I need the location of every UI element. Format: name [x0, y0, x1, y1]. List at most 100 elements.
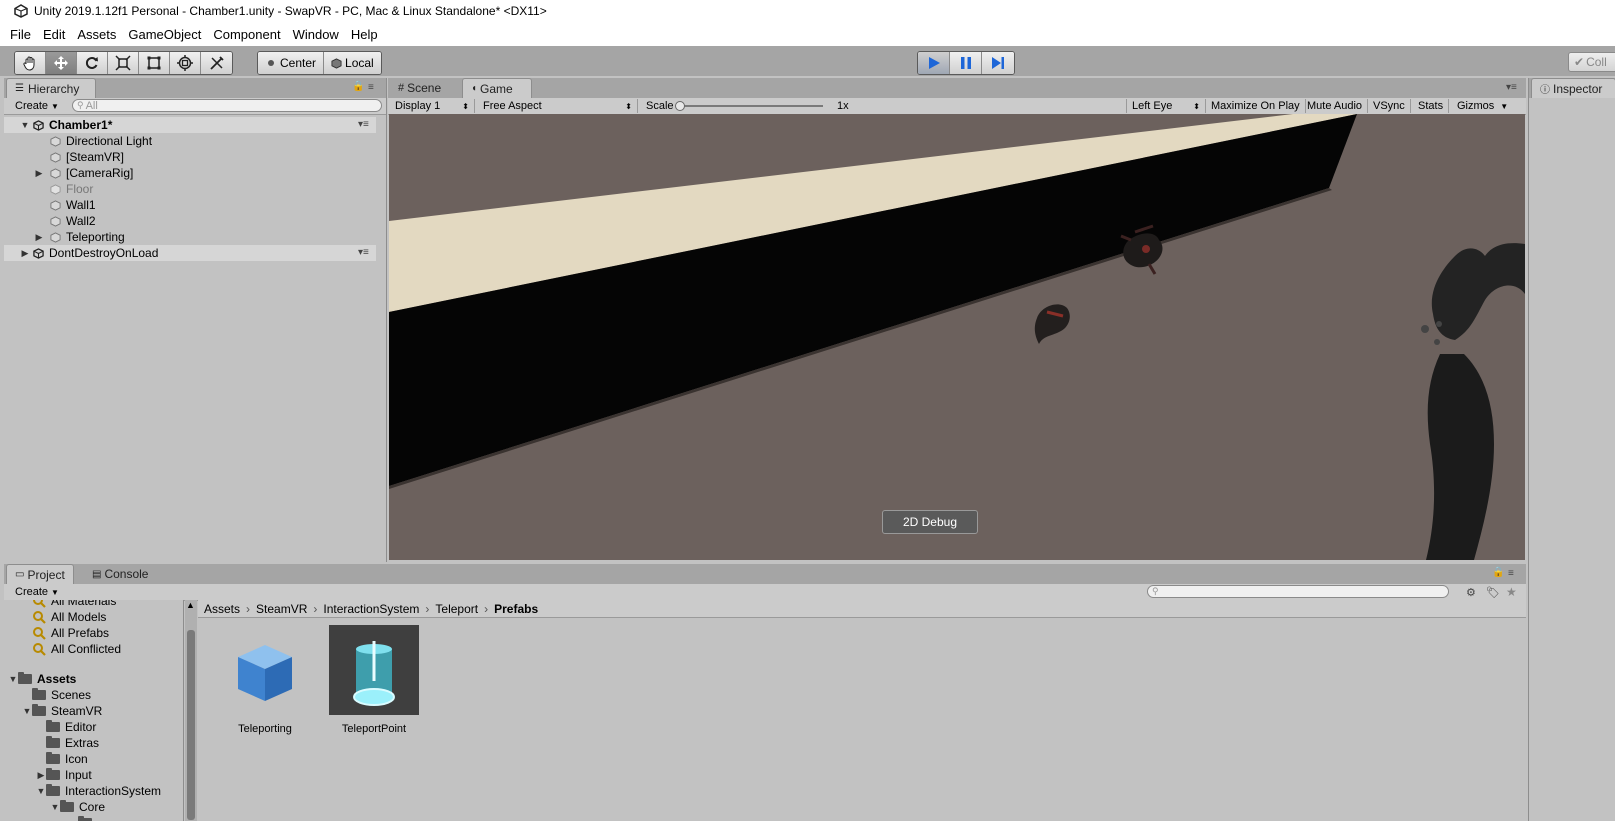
breadcrumb-current[interactable]: Prefabs: [494, 602, 538, 616]
hierarchy-item[interactable]: Wall1: [4, 197, 376, 213]
game-viewport[interactable]: [389, 114, 1525, 560]
play-icon: [928, 57, 940, 69]
pivot-space-button[interactable]: Local: [324, 52, 381, 74]
asset-item[interactable]: TeleportPoint: [326, 625, 422, 741]
tab-scene[interactable]: # Scene: [390, 78, 449, 98]
scene-menu-icon[interactable]: ▾≡: [358, 247, 369, 258]
hierarchy-item[interactable]: Floor: [4, 181, 376, 197]
step-button[interactable]: [982, 52, 1014, 74]
folder-item[interactable]: ▼ InteractionSystem: [36, 783, 161, 799]
pause-button[interactable]: [950, 52, 982, 74]
tab-hierarchy[interactable]: ☰ Hierarchy: [6, 78, 96, 98]
expand-arrow-icon[interactable]: ▼: [36, 786, 46, 796]
panel-menu-icon[interactable]: ▾≡: [1506, 82, 1517, 93]
maximize-on-play-toggle[interactable]: Maximize On Play: [1206, 99, 1306, 113]
folder-label: InteractionSystem: [65, 784, 162, 798]
menu-component[interactable]: Component: [207, 27, 286, 42]
scale-tool-button[interactable]: [108, 52, 139, 74]
panel-menu-icon[interactable]: ≡: [368, 82, 374, 93]
display-dropdown[interactable]: Display 1 ⬍: [390, 99, 475, 113]
expand-arrow-icon[interactable]: ▶: [34, 168, 44, 179]
hierarchy-create-dropdown[interactable]: Create ▼: [10, 99, 64, 113]
eye-dropdown[interactable]: Left Eye ⬍: [1126, 99, 1206, 113]
scale-slider-thumb[interactable]: [675, 101, 685, 111]
display-label: Display 1: [395, 100, 441, 112]
favorite-item[interactable]: All Models: [32, 609, 106, 625]
scene-menu-icon[interactable]: ▾≡: [358, 119, 369, 130]
tab-console[interactable]: ▤ Console: [84, 564, 156, 584]
breadcrumb-item[interactable]: Teleport: [435, 602, 478, 616]
project-search-input[interactable]: ⚲: [1147, 585, 1449, 598]
hierarchy-item[interactable]: ▶ [CameraRig]: [4, 165, 376, 181]
breadcrumb-item[interactable]: Assets: [204, 602, 240, 616]
menu-gameobject[interactable]: GameObject: [122, 27, 207, 42]
panel-menu-icon[interactable]: ≡: [1508, 568, 1514, 579]
tab-project[interactable]: ▭ Project: [6, 564, 74, 584]
folder-item[interactable]: Scenes: [32, 687, 91, 703]
aspect-dropdown[interactable]: Free Aspect ⬍: [478, 99, 638, 113]
scene-row[interactable]: ▼ Chamber1* ▾≡: [4, 117, 376, 133]
collab-button[interactable]: ✔ Coll: [1568, 52, 1615, 72]
gizmos-dropdown[interactable]: Gizmos ▼: [1452, 99, 1513, 113]
menu-help[interactable]: Help: [345, 27, 384, 42]
folder-item[interactable]: ▼ Assets: [8, 671, 76, 687]
tab-inspector[interactable]: ⓘ Inspector: [1531, 78, 1615, 98]
lock-icon[interactable]: 🔒: [1492, 567, 1504, 578]
vsync-toggle[interactable]: VSync: [1368, 99, 1411, 113]
asset-item[interactable]: Teleporting: [220, 625, 310, 741]
folder-item[interactable]: [78, 815, 97, 821]
2d-debug-button[interactable]: 2D Debug: [882, 510, 978, 534]
hierarchy-item[interactable]: Directional Light: [4, 133, 376, 149]
gameobject-cube-icon: [50, 215, 61, 227]
menu-window[interactable]: Window: [287, 27, 345, 42]
breadcrumb-item[interactable]: SteamVR: [256, 602, 307, 616]
star-icon[interactable]: ★: [1506, 585, 1517, 599]
expand-arrow-icon[interactable]: ▼: [20, 120, 30, 130]
mute-audio-toggle[interactable]: Mute Audio: [1302, 99, 1369, 113]
folder-item[interactable]: ▼ Core: [50, 799, 105, 815]
play-button[interactable]: [918, 52, 950, 74]
scale-slider[interactable]: [675, 101, 823, 111]
dontdestroy-row[interactable]: ▶ DontDestroyOnLoad ▾≡: [4, 245, 376, 261]
expand-arrow-icon[interactable]: ▶: [34, 232, 44, 243]
breadcrumb-item[interactable]: InteractionSystem: [323, 602, 419, 616]
expand-arrow-icon[interactable]: ▶: [36, 770, 46, 781]
filter-type-icon[interactable]: ⚙: [1466, 586, 1476, 599]
expand-arrow-icon[interactable]: ▼: [8, 674, 18, 684]
scene-name: Chamber1*: [49, 118, 113, 132]
folder-tree-scrollbar[interactable]: ▲: [185, 600, 197, 821]
favorite-item[interactable]: All Conflicted: [32, 641, 121, 657]
folder-icon: [46, 736, 60, 748]
transform-tool-button[interactable]: [170, 52, 201, 74]
expand-arrow-icon[interactable]: ▼: [50, 802, 60, 812]
rect-tool-button[interactable]: [139, 52, 170, 74]
hierarchy-search-input[interactable]: ⚲ All: [72, 99, 382, 112]
rotate-tool-button[interactable]: [77, 52, 108, 74]
expand-arrow-icon[interactable]: ▶: [20, 248, 30, 259]
move-tool-button[interactable]: [46, 52, 77, 74]
pivot-mode-button[interactable]: Center: [258, 52, 325, 74]
folder-item[interactable]: ▶ Input: [36, 767, 92, 783]
scrollbar-thumb[interactable]: [187, 630, 195, 820]
favorite-item[interactable]: All Materials: [32, 600, 116, 609]
folder-item[interactable]: Editor: [46, 719, 96, 735]
folder-item[interactable]: Extras: [46, 735, 99, 751]
hierarchy-item[interactable]: Wall2: [4, 213, 376, 229]
expand-arrow-icon[interactable]: ▼: [22, 706, 32, 716]
lock-icon[interactable]: 🔒: [352, 81, 364, 92]
favorite-item[interactable]: All Prefabs: [32, 625, 109, 641]
project-create-dropdown[interactable]: Create ▼: [10, 585, 64, 599]
hierarchy-item[interactable]: ▶ Teleporting: [4, 229, 376, 245]
menu-edit[interactable]: Edit: [37, 27, 71, 42]
custom-tool-button[interactable]: [201, 52, 232, 74]
folder-item[interactable]: ▼ SteamVR: [22, 703, 102, 719]
menu-file[interactable]: File: [4, 27, 37, 42]
hierarchy-item[interactable]: [SteamVR]: [4, 149, 376, 165]
menu-assets[interactable]: Assets: [71, 27, 122, 42]
scroll-up-icon[interactable]: ▲: [186, 600, 195, 610]
stats-toggle[interactable]: Stats: [1413, 99, 1450, 113]
filter-label-icon[interactable]: 🏷: [1486, 586, 1500, 599]
hand-tool-button[interactable]: [15, 52, 46, 74]
folder-item[interactable]: Icon: [46, 751, 88, 767]
tab-game[interactable]: ◖ Game: [462, 78, 532, 98]
